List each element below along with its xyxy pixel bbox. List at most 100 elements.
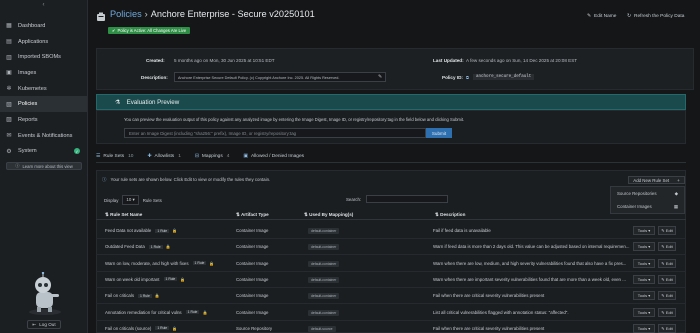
edit-button[interactable]: ✎ Edit bbox=[658, 274, 676, 284]
column-label: Artifact Type bbox=[240, 212, 269, 217]
artifact-type-cell: Container Image bbox=[236, 244, 269, 250]
policy-details-card bbox=[96, 48, 694, 90]
tab-label: Mappings bbox=[201, 154, 223, 159]
edit-name-button[interactable]: ✎ Edit Name bbox=[587, 14, 616, 19]
tab-allowed-denied-images[interactable]: ▣ Allowed / Denied Images bbox=[243, 154, 304, 159]
tools-dropdown-button[interactable]: Tools ▾ bbox=[633, 226, 655, 235]
sidebar-item-applications[interactable]: ▤ Applications bbox=[0, 34, 87, 50]
page-size-select[interactable]: 10 ▾ bbox=[122, 195, 139, 205]
edit-label: Edit bbox=[665, 325, 673, 331]
edit-description-icon[interactable]: ✎ bbox=[378, 74, 382, 80]
tab-mappings[interactable]: ⊟ Mappings 4 bbox=[195, 154, 230, 159]
tools-dropdown-button[interactable]: Tools ▾ bbox=[633, 307, 655, 317]
menu-item-source-repositories[interactable]: Source Repositories ◆ bbox=[611, 187, 684, 200]
mapping-cell: default-container bbox=[308, 228, 340, 234]
page-size-control: Display 10 ▾ Rule Sets bbox=[104, 195, 162, 205]
tools-dropdown-button[interactable]: Tools ▾ bbox=[633, 291, 655, 301]
menu-item-label: Source Repositories bbox=[617, 191, 657, 196]
sidebar-item-reports[interactable]: ▨ Reports bbox=[0, 112, 87, 128]
sidebar-item-label: Images bbox=[18, 69, 37, 76]
copy-icon[interactable]: ⧉ bbox=[466, 75, 469, 80]
column-description[interactable]: ⇅ Description bbox=[435, 212, 465, 218]
description-field[interactable]: Anchore Enterprise Secure Default Policy… bbox=[174, 72, 386, 82]
column-label: Used By Mapping(s) bbox=[309, 212, 354, 217]
logout-button[interactable]: ⇤ Log Out bbox=[27, 320, 61, 329]
image-icon: ▣ bbox=[243, 154, 248, 159]
refresh-policy-button[interactable]: ↻ Refresh the Policy Data bbox=[627, 14, 684, 19]
reports-icon: ▨ bbox=[6, 117, 12, 124]
description-cell: Warn if feed data is more than 2 days ol… bbox=[433, 244, 630, 250]
edit-button[interactable]: ✎ Edit bbox=[658, 323, 676, 333]
description-cell: Warn when there are important severity v… bbox=[433, 276, 626, 282]
rule-set-name: Fail on criticals bbox=[105, 293, 135, 299]
edit-button[interactable]: ✎ Edit bbox=[658, 291, 676, 301]
edit-label: Edit bbox=[665, 260, 673, 266]
sidebar-item-events-notifications[interactable]: ✉ Events & Notifications bbox=[0, 128, 87, 144]
tools-dropdown-button[interactable]: Tools ▾ bbox=[633, 274, 655, 284]
tab-count: 10 bbox=[128, 154, 134, 159]
edit-button[interactable]: ✎ Edit bbox=[658, 226, 676, 235]
tools-label: Tools bbox=[637, 293, 648, 299]
tab-label: Allowed / Denied Images bbox=[250, 154, 305, 159]
rule-set-name: Warn on week old important bbox=[105, 276, 160, 282]
artifact-type-cell: Container Image bbox=[236, 309, 269, 315]
search-input[interactable] bbox=[366, 195, 449, 203]
rule-set-name: Feed Data not available bbox=[105, 228, 152, 233]
sidebar-item-images[interactable]: ▣ Images bbox=[0, 65, 87, 81]
artifact-type-cell: Container Image bbox=[236, 260, 269, 266]
rule-set-name-cell: Warn on week old important 1 Rule 🔒 bbox=[105, 277, 185, 282]
sidebar: ‹ ▦ Dashboard ▤ Applications ▥ Imported SBOMs… bbox=[0, 0, 88, 333]
learn-more-button[interactable]: ⓘ Learn more about this view bbox=[6, 162, 82, 170]
breadcrumb-policies-link[interactable]: Policies bbox=[110, 9, 142, 19]
tools-dropdown-button[interactable]: Tools ▾ bbox=[633, 242, 655, 252]
updated-label: Last Updated: bbox=[433, 58, 464, 63]
rule-set-name-cell: Fail on criticals 1 Rule 🔒 bbox=[105, 293, 160, 298]
column-used-by-mappings[interactable]: ⇅ Used By Mapping(s) bbox=[304, 212, 353, 218]
artifact-type-cell: Source Repository bbox=[236, 325, 273, 331]
system-ok-icon: ✓ bbox=[74, 148, 80, 155]
edit-button[interactable]: ✎ Edit bbox=[658, 307, 676, 317]
sidebar-item-kubernetes[interactable]: ✲ Kubernetes bbox=[0, 81, 87, 97]
rule-sets-info-text: Your rule sets are shown below. Click Ed… bbox=[110, 177, 271, 182]
sidebar-item-imported-sboms[interactable]: ▥ Imported SBOMs bbox=[0, 49, 87, 65]
lock-icon: 🔒 bbox=[209, 260, 215, 266]
collapse-sidebar-icon[interactable]: ‹ bbox=[0, 0, 87, 10]
edit-icon: ✎ bbox=[661, 260, 665, 266]
column-rule-set-name[interactable]: ⇅ Rule Set Name bbox=[105, 212, 142, 218]
edit-button[interactable]: ✎ Edit bbox=[658, 242, 676, 252]
breadcrumb-chevron-icon: › bbox=[144, 9, 148, 19]
tools-dropdown-button[interactable]: Tools ▾ bbox=[633, 258, 655, 268]
pencil-icon: ✎ bbox=[587, 14, 592, 19]
image-lookup-input[interactable]: Enter an Image Digest (including "sha256… bbox=[124, 128, 426, 138]
sidebar-item-policies[interactable]: ▧ Policies bbox=[0, 96, 87, 113]
search-label: Search: bbox=[346, 196, 362, 202]
tools-dropdown-button[interactable]: Tools ▾ bbox=[633, 323, 655, 333]
add-rule-set-button[interactable]: Add New Rule Set + bbox=[628, 176, 685, 184]
rule-count-badge: 1 Rule bbox=[155, 228, 170, 233]
flask-icon: ⚗ bbox=[115, 98, 121, 106]
submit-button[interactable]: Submit bbox=[426, 128, 452, 138]
dashboard-icon: ▦ bbox=[6, 23, 12, 30]
edit-button[interactable]: ✎ Edit bbox=[658, 258, 676, 268]
info-icon: ⓘ bbox=[102, 177, 107, 182]
image-lookup-placeholder: Enter an Image Digest (including "sha256… bbox=[129, 131, 297, 136]
tab-rule-sets[interactable]: ☰ Rule Sets 10 bbox=[96, 154, 133, 159]
tab-allowlists[interactable]: ✚ Allowlists 1 bbox=[147, 154, 180, 159]
lock-icon: 🔒 bbox=[165, 244, 171, 250]
created-value: 5 months ago on Mon, 30 Jun 2025 at 10:5… bbox=[174, 58, 275, 63]
display-label: Display bbox=[104, 197, 119, 203]
logout-label: Log Out bbox=[39, 322, 56, 327]
lock-icon: 🔒 bbox=[202, 309, 208, 315]
sidebar-item-dashboard[interactable]: ▦ Dashboard bbox=[0, 18, 87, 34]
tools-label: Tools bbox=[637, 309, 648, 315]
edit-icon: ✎ bbox=[661, 228, 665, 233]
table-row: Annotation remediation for critical vuln… bbox=[96, 305, 686, 321]
sidebar-item-system[interactable]: ⚙ System ✓ bbox=[0, 144, 87, 160]
sidebar-item-label: Kubernetes bbox=[18, 85, 47, 92]
policy-id-label: Policy ID: bbox=[442, 75, 463, 80]
column-artifact-type[interactable]: ⇅ Artifact Type bbox=[236, 212, 269, 218]
rule-set-name-cell: Feed Data not available 1 Rule 🔒 bbox=[105, 228, 177, 233]
edit-icon: ✎ bbox=[661, 325, 665, 331]
page-header: Policies › Anchore Enterprise - Secure v20… bbox=[96, 9, 315, 21]
mapping-cell: default-container bbox=[308, 260, 340, 267]
